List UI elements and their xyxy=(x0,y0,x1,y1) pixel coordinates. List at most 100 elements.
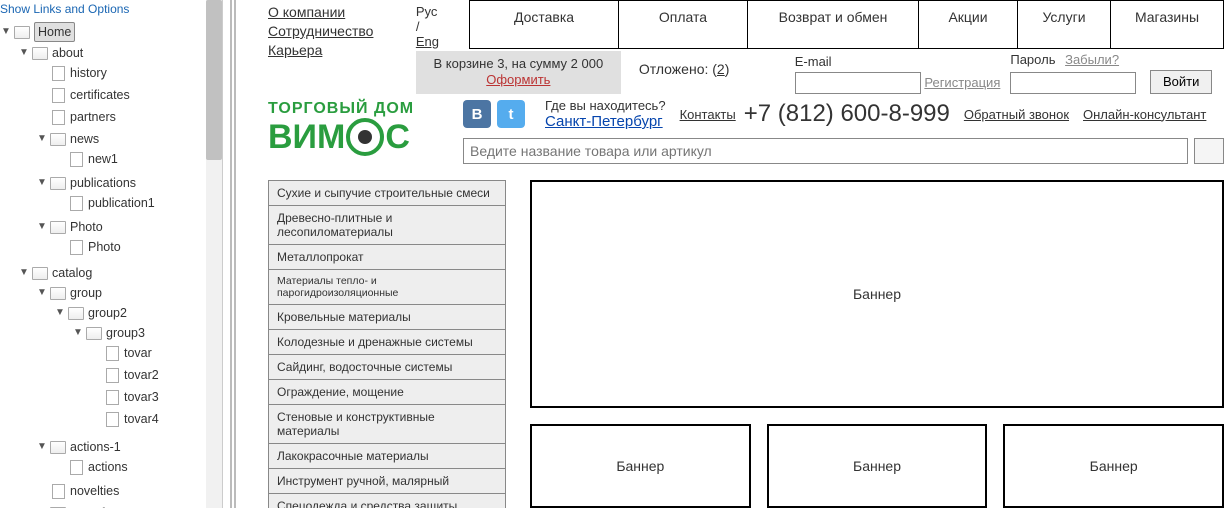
page-icon xyxy=(104,412,120,426)
category-item[interactable]: Металлопрокат xyxy=(268,244,506,269)
category-item[interactable]: Спецодежда и средства защиты xyxy=(268,493,506,508)
logo-line2: ВИМС xyxy=(268,118,463,156)
tree-node-novelties[interactable]: novelties xyxy=(70,482,119,500)
tab-returns[interactable]: Возврат и обмен xyxy=(748,1,919,48)
cart-summary[interactable]: В корзине 3, на сумму 2 000 Оформить xyxy=(416,51,621,94)
page-icon xyxy=(50,484,66,498)
login-form: E-mail Регистрация Пароль Забыли? Войти xyxy=(795,51,1216,94)
toggle-icon[interactable]: ▼ xyxy=(0,26,12,38)
online-consultant-link[interactable]: Онлайн-консультант xyxy=(1083,107,1206,122)
logo-line1: ТОРГОВЫЙ ДОМ xyxy=(268,100,463,118)
category-item[interactable]: Сухие и сыпучие строительные смеси xyxy=(268,180,506,205)
cart-line: В корзине 3, на сумму 2 000 xyxy=(416,56,621,71)
login-button[interactable]: Войти xyxy=(1150,70,1212,94)
banner-small-2[interactable]: Баннер xyxy=(767,424,988,508)
tab-services[interactable]: Услуги xyxy=(1018,1,1111,48)
forgot-link[interactable]: Забыли? xyxy=(1065,52,1119,67)
tree-node-manufacturers[interactable]: manufacturers xyxy=(70,504,150,508)
link-cooperation[interactable]: Сотрудничество xyxy=(268,22,416,41)
page-icon xyxy=(104,368,120,382)
page-icon xyxy=(68,240,84,254)
folder-icon xyxy=(14,25,30,39)
password-input[interactable] xyxy=(1010,72,1136,94)
tree-node-certificates[interactable]: certificates xyxy=(70,86,130,104)
tree-node-actions[interactable]: actions xyxy=(88,458,128,476)
tree-node-history[interactable]: history xyxy=(70,64,107,82)
category-item[interactable]: Стеновые и конструктивные материалы xyxy=(268,404,506,443)
email-label: E-mail xyxy=(795,54,1001,69)
register-link[interactable]: Регистрация xyxy=(924,75,1000,90)
email-input[interactable] xyxy=(795,72,921,94)
wishlist-summary[interactable]: Отложено: (2) xyxy=(639,51,730,77)
tab-payment[interactable]: Оплата xyxy=(619,1,748,48)
tree-node-publication1[interactable]: publication1 xyxy=(88,194,155,212)
search-button[interactable] xyxy=(1194,138,1224,164)
wishlist-count: 2 xyxy=(717,61,725,77)
category-item[interactable]: Инструмент ручной, малярный xyxy=(268,468,506,493)
folder-icon xyxy=(50,132,66,146)
city-select[interactable]: Санкт-Петербург xyxy=(545,113,663,130)
link-career[interactable]: Карьера xyxy=(268,41,416,60)
toggle-icon[interactable]: ▼ xyxy=(54,307,66,319)
tree-node-publications[interactable]: publications xyxy=(70,174,136,192)
tree-node-photo-child[interactable]: Photo xyxy=(88,238,121,256)
tree-node-actions1[interactable]: actions-1 xyxy=(70,438,121,456)
tree-node-photo[interactable]: Photo xyxy=(70,218,103,236)
folder-icon xyxy=(50,440,66,454)
sidebar-scrollbar[interactable] xyxy=(206,0,222,508)
tab-promo[interactable]: Акции xyxy=(919,1,1018,48)
contacts-link[interactable]: Контакты xyxy=(680,107,736,122)
show-links-options[interactable]: Show Links and Options xyxy=(0,2,222,20)
checkout-link[interactable]: Оформить xyxy=(486,72,550,87)
search-input[interactable] xyxy=(463,138,1188,164)
category-item[interactable]: Сайдинг, водосточные системы xyxy=(268,354,506,379)
toggle-icon[interactable]: ▼ xyxy=(36,287,48,299)
tree-node-tovar2[interactable]: tovar2 xyxy=(124,366,159,384)
tree-node-news[interactable]: news xyxy=(70,130,99,148)
category-item[interactable]: Древесно-плитные и лесопиломатериалы xyxy=(268,205,506,244)
folder-icon xyxy=(32,266,48,280)
toggle-icon[interactable]: ▼ xyxy=(18,47,30,59)
callback-link[interactable]: Обратный звонок xyxy=(964,107,1069,122)
tab-delivery[interactable]: Доставка xyxy=(470,1,619,48)
banner-main[interactable]: Баннер xyxy=(530,180,1224,408)
toggle-icon[interactable]: ▼ xyxy=(36,441,48,453)
toggle-icon[interactable]: ▼ xyxy=(36,221,48,233)
category-item[interactable]: Лакокрасочные материалы xyxy=(268,443,506,468)
location-question: Где вы находитесь? xyxy=(545,98,666,113)
pane-separator[interactable] xyxy=(229,0,239,508)
twitter-icon[interactable]: t xyxy=(497,100,525,128)
tree-node-group3[interactable]: group3 xyxy=(106,324,145,342)
tree-node-group2[interactable]: group2 xyxy=(88,304,127,322)
vk-icon[interactable]: B xyxy=(463,100,491,128)
toggle-icon[interactable]: ▼ xyxy=(36,177,48,189)
tree-node-home[interactable]: Home xyxy=(34,22,75,42)
tree-node-catalog[interactable]: catalog xyxy=(52,264,92,282)
banner-small-3[interactable]: Баннер xyxy=(1003,424,1224,508)
phone-number: +7 (812) 600-8-999 xyxy=(744,100,950,128)
category-item[interactable]: Кровельные материалы xyxy=(268,304,506,329)
lang-ru[interactable]: Рус xyxy=(416,4,438,19)
link-about-company[interactable]: О компании xyxy=(268,3,416,22)
toggle-icon[interactable]: ▼ xyxy=(72,327,84,339)
tree-node-tovar3[interactable]: tovar3 xyxy=(124,388,159,406)
category-item[interactable]: Ограждение, мощение xyxy=(268,379,506,404)
banner-small-1[interactable]: Баннер xyxy=(530,424,751,508)
category-item[interactable]: Колодезные и дренажные системы xyxy=(268,329,506,354)
folder-icon xyxy=(32,46,48,60)
site-tree: ▼ Home ▼ about xyxy=(0,20,222,508)
toggle-icon[interactable]: ▼ xyxy=(18,267,30,279)
tab-stores[interactable]: Магазины xyxy=(1111,1,1223,48)
tree-node-tovar[interactable]: tovar xyxy=(124,344,152,362)
logo[interactable]: ТОРГОВЫЙ ДОМ ВИМС xyxy=(268,94,463,164)
tree-node-new1[interactable]: new1 xyxy=(88,150,118,168)
tree-node-about[interactable]: about xyxy=(52,44,83,62)
tree-node-group[interactable]: group xyxy=(70,284,102,302)
tree-node-partners[interactable]: partners xyxy=(70,108,116,126)
toggle-icon[interactable]: ▼ xyxy=(36,133,48,145)
category-item[interactable]: Материалы тепло- и парогидроизоляционные xyxy=(268,269,506,304)
lang-en[interactable]: Eng xyxy=(416,34,439,49)
tree-node-tovar4[interactable]: tovar4 xyxy=(124,410,159,428)
lang-switch: Рус / Eng xyxy=(416,0,439,49)
category-menu: Сухие и сыпучие строительные смесиДревес… xyxy=(268,180,506,508)
